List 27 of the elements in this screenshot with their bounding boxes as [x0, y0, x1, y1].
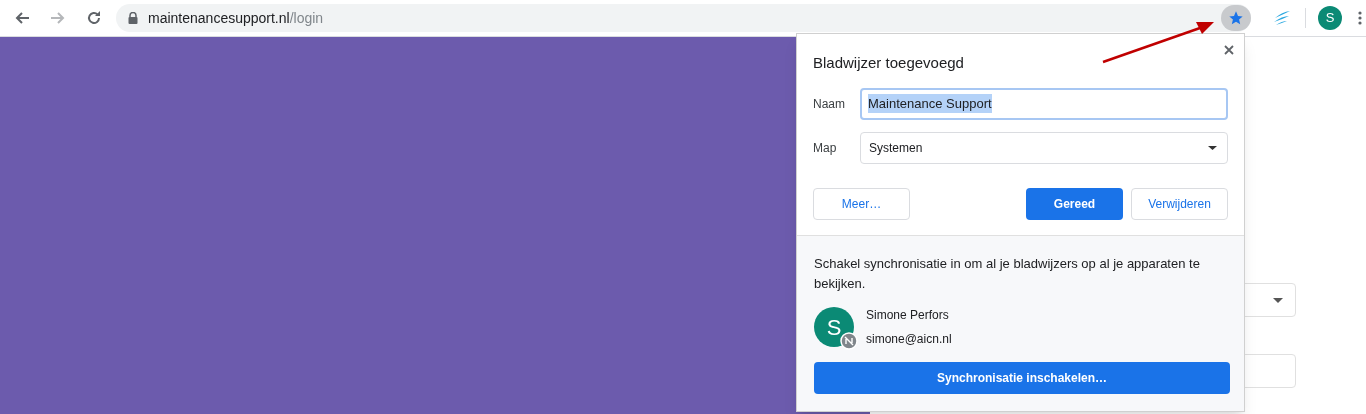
address-bar[interactable]: maintenancesupport.nl/login	[116, 4, 1251, 32]
menu-icon[interactable]	[1358, 11, 1362, 25]
account-email: simone@aicn.nl	[866, 331, 952, 348]
dialog-title: Bladwijzer toegevoegd	[813, 53, 965, 73]
sync-button[interactable]: Synchronisatie inschakelen…	[814, 362, 1230, 394]
url-text: maintenancesupport.nl/login	[148, 8, 324, 28]
account-name: Simone Perfors	[866, 307, 950, 324]
back-icon[interactable]	[14, 10, 30, 26]
extension-icon[interactable]	[1273, 10, 1291, 26]
caret-icon	[1208, 145, 1217, 150]
name-label: Naam	[813, 95, 846, 113]
star-icon	[1228, 10, 1244, 26]
close-icon[interactable]	[1224, 45, 1234, 55]
folder-select[interactable]: Systemen	[860, 131, 1228, 164]
remove-button[interactable]: Verwijderen	[1131, 187, 1228, 220]
bookmark-star-button[interactable]	[1221, 5, 1251, 31]
done-button[interactable]: Gereed	[1026, 187, 1123, 220]
lock-icon	[128, 12, 138, 24]
sync-description: Schakel synchronisatie in om al je bladwijzers op al je apparaten te bekijken.	[814, 255, 1201, 293]
account-avatar: S	[814, 307, 854, 347]
reload-icon[interactable]	[86, 10, 102, 26]
name-field[interactable]: Maintenance Support	[860, 87, 1228, 120]
more-button[interactable]: Meer…	[813, 187, 910, 220]
folder-label: Map	[813, 139, 838, 157]
profile-avatar[interactable]: S	[1318, 6, 1342, 30]
sync-off-badge-icon	[840, 332, 858, 350]
caret-icon	[1273, 297, 1283, 303]
